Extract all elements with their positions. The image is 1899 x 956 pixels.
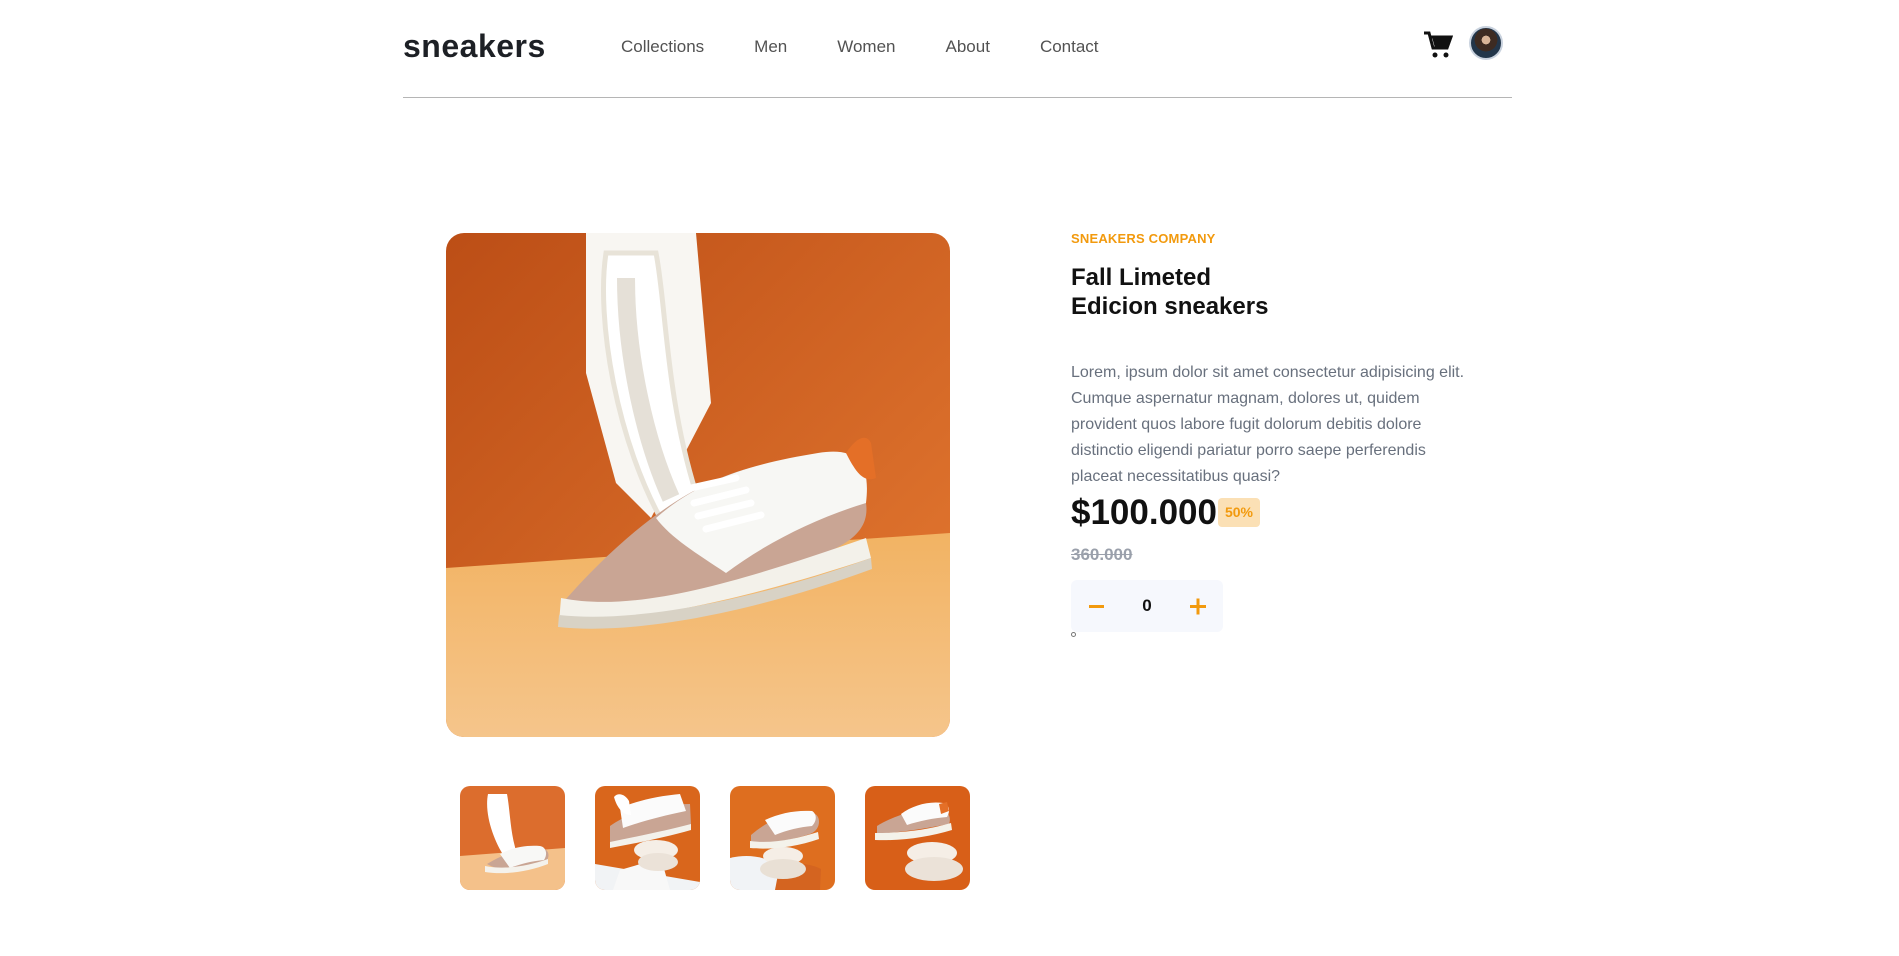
quantity-value: 0: [1142, 596, 1152, 615]
sneaker-thumb-1-illustration: [460, 786, 565, 890]
thumbnail-2[interactable]: [595, 786, 700, 890]
original-price: 360.000: [1071, 545, 1133, 564]
product-title-line-1: Fall Limeted: [1071, 264, 1212, 292]
site-logo[interactable]: sneakers: [403, 28, 546, 65]
product-title: Fall Limeted Edicion sneakers: [1071, 263, 1371, 321]
site-header: sneakers Collections Men Women About Con…: [403, 0, 1512, 98]
main-nav: Collections Men Women About Contact: [621, 37, 1149, 57]
sneaker-main-illustration: [446, 233, 950, 737]
nav-link-men[interactable]: Men: [754, 37, 787, 57]
thumbnail-3[interactable]: [730, 786, 835, 890]
sneaker-thumb-2-illustration: [595, 786, 700, 890]
user-avatar[interactable]: [1469, 26, 1503, 60]
decrease-quantity-button[interactable]: [1071, 580, 1121, 632]
product-main-image[interactable]: [446, 233, 950, 737]
thumbnail-1[interactable]: [460, 786, 565, 890]
company-name: SNEAKERS COMPANY: [1071, 231, 1216, 246]
discount-badge: 50%: [1218, 498, 1260, 527]
minus-icon: [1089, 605, 1104, 608]
nav-link-women[interactable]: Women: [837, 37, 895, 57]
sneaker-thumb-3-illustration: [730, 786, 835, 890]
nav-link-contact[interactable]: Contact: [1040, 37, 1099, 57]
product-title-line-2: Edicion sneakers: [1071, 293, 1269, 321]
thumbnail-gallery: [460, 786, 970, 890]
small-indicator-dot: [1071, 632, 1076, 637]
plus-icon: [1190, 598, 1206, 615]
nav-link-about[interactable]: About: [946, 37, 990, 57]
quantity-stepper: 0: [1071, 580, 1223, 632]
current-price: $100.000: [1071, 493, 1217, 532]
thumbnail-4[interactable]: [865, 786, 970, 890]
cart-icon[interactable]: [1423, 30, 1454, 60]
nav-link-collections[interactable]: Collections: [621, 37, 704, 57]
sneaker-thumb-4-illustration: [865, 786, 970, 890]
product-description: Lorem, ipsum dolor sit amet consectetur …: [1071, 364, 1465, 485]
increase-quantity-button[interactable]: [1173, 580, 1223, 632]
